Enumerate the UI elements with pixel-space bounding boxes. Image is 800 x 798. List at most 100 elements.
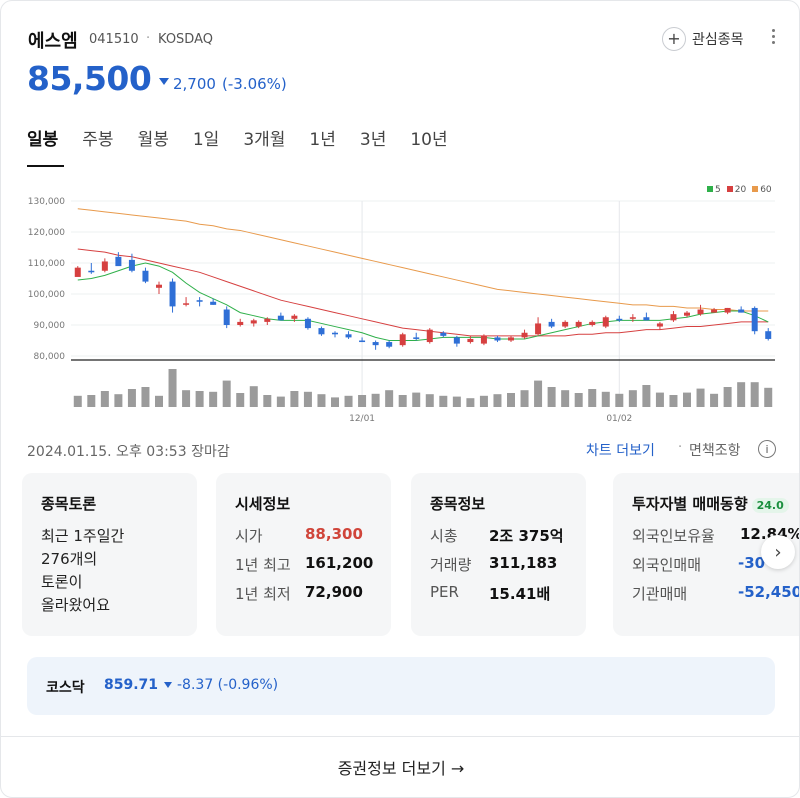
candle-body: [88, 270, 95, 273]
per-label: PER: [430, 583, 459, 601]
candle-body: [656, 323, 663, 327]
candle-body: [210, 301, 217, 305]
volume-bar: [534, 380, 543, 407]
foreign-ratio-row: 외국인보유율 12.84%: [632, 525, 799, 546]
candle-body: [494, 337, 501, 341]
volume-bar: [344, 395, 353, 407]
volume-bar: [358, 395, 367, 407]
card-title: 투자자별 매매동향 24.0: [632, 493, 789, 514]
index-value: 859.71: [104, 677, 159, 693]
low-label: 1년 최저: [235, 585, 291, 603]
link-separator: ·: [678, 440, 683, 455]
more-stock-info-link[interactable]: 증권정보 더보기 →: [1, 755, 799, 779]
candle-body: [223, 309, 230, 325]
candle-body: [548, 321, 555, 327]
disclaimer-link[interactable]: 면책조항: [689, 440, 741, 460]
more-options-icon[interactable]: [769, 29, 777, 44]
tab-daily[interactable]: 일봉: [27, 125, 58, 150]
cap-label: 시총: [430, 527, 458, 545]
card-stock-info[interactable]: 종목정보 시총 2조 375억 거래량 311,183 PER 15.41배: [411, 473, 586, 636]
y-tick-label: 90,000: [34, 321, 66, 331]
volume-bar: [303, 391, 312, 407]
volume-bar: [439, 395, 448, 407]
volume-bar: [628, 390, 637, 407]
tab-monthly[interactable]: 월봉: [138, 125, 169, 150]
candle-body: [562, 321, 569, 327]
carousel-next-button[interactable]: ›: [761, 535, 795, 569]
candle-body: [372, 342, 379, 346]
index-name: 코스닥: [46, 680, 85, 696]
candle-body: [711, 309, 718, 313]
stock-widget: 에스엠 041510 · KOSDAQ + 관심종목 85,500 2,700 …: [0, 0, 800, 798]
candle-body: [196, 300, 203, 302]
candle-body: [399, 334, 406, 346]
favorite-label: 관심종목: [692, 32, 744, 48]
candle-body: [521, 332, 528, 338]
quote-low-row: 1년 최저 72,900: [235, 583, 363, 604]
volume-bar: [750, 382, 759, 407]
candle-body: [765, 331, 772, 339]
current-price: 85,500: [27, 59, 152, 98]
foreign-ratio-label: 외국인보유율: [632, 527, 715, 545]
candle-body: [426, 329, 433, 343]
stock-code: 041510: [89, 32, 139, 47]
volume-bar: [276, 396, 285, 407]
volume-bar: [615, 393, 624, 407]
tab-1day[interactable]: 1일: [193, 125, 219, 150]
candle-body: [440, 332, 447, 336]
volume-bar: [425, 394, 434, 407]
date-badge: 24.0: [751, 498, 789, 513]
ma60-line: [77, 208, 769, 312]
candle-body: [386, 342, 393, 347]
candle-body: [453, 337, 460, 344]
chart-more-link[interactable]: 차트 더보기: [586, 440, 655, 460]
discussion-line: 276개의: [41, 550, 98, 568]
tab-weekly[interactable]: 주봉: [82, 125, 113, 150]
candle-body: [602, 317, 609, 327]
index-change: -8.37 (-0.96%): [177, 677, 279, 693]
tab-10year[interactable]: 10년: [410, 125, 447, 150]
price-change: 2,700: [173, 75, 216, 93]
x-tick-label: 12/01: [349, 414, 375, 424]
discussion-line: 올라왔어요: [41, 596, 111, 614]
candle-body: [142, 270, 149, 282]
candle-body: [589, 321, 596, 325]
volume-bar: [209, 391, 218, 407]
price-chart[interactable]: 130,000 120,000 110,000 100,000 90,000 80,000…: [1, 176, 799, 431]
add-favorite-button[interactable]: + 관심종목: [662, 27, 744, 51]
volume-bar: [331, 397, 339, 407]
volume-bar: [710, 393, 719, 407]
candle-body: [291, 315, 298, 319]
volume-bar: [466, 398, 475, 407]
tab-1year[interactable]: 1년: [309, 125, 335, 150]
candle-body: [156, 284, 162, 288]
volume-bar: [737, 382, 746, 407]
card-discussion[interactable]: 종목토론 최근 1주일간 276개의 토론이 올라왔어요: [22, 473, 197, 636]
foreign-trade-label: 외국인매매: [632, 556, 702, 574]
candle-body: [508, 337, 514, 341]
volume-bar: [547, 387, 556, 407]
tab-3month[interactable]: 3개월: [243, 125, 285, 150]
candle-body: [480, 335, 487, 344]
volume-bar: [249, 386, 258, 407]
volume-bar: [723, 387, 732, 407]
candle-body: [183, 303, 190, 305]
candle-body: [724, 307, 731, 313]
inst-trade-label: 기관매매: [632, 585, 688, 603]
card-title: 시세정보: [235, 495, 291, 513]
volume-bar: [412, 392, 421, 407]
candle-body: [332, 332, 338, 335]
info-cards-carousel: 종목토론 최근 1주일간 276개의 토론이 올라왔어요 시세정보 시가 88,…: [22, 473, 799, 636]
stock-name[interactable]: 에스엠: [28, 27, 78, 53]
market-status-time: 2024.01.15. 오후 03:53 장마감: [27, 444, 230, 460]
volume-bar: [601, 391, 610, 407]
index-summary[interactable]: 코스닥 859.71 -8.37 (-0.96%): [27, 657, 775, 715]
volume-bar: [588, 389, 597, 407]
tab-3year[interactable]: 3년: [360, 125, 386, 150]
high-label: 1년 최고: [235, 556, 291, 574]
card-quote[interactable]: 시세정보 시가 88,300 1년 최고 161,200 1년 최저 72,90…: [216, 473, 391, 636]
cap-value: 2조 375억: [489, 527, 564, 545]
candle-body: [697, 309, 704, 315]
info-icon[interactable]: i: [758, 440, 776, 458]
volume-bar: [114, 394, 123, 407]
